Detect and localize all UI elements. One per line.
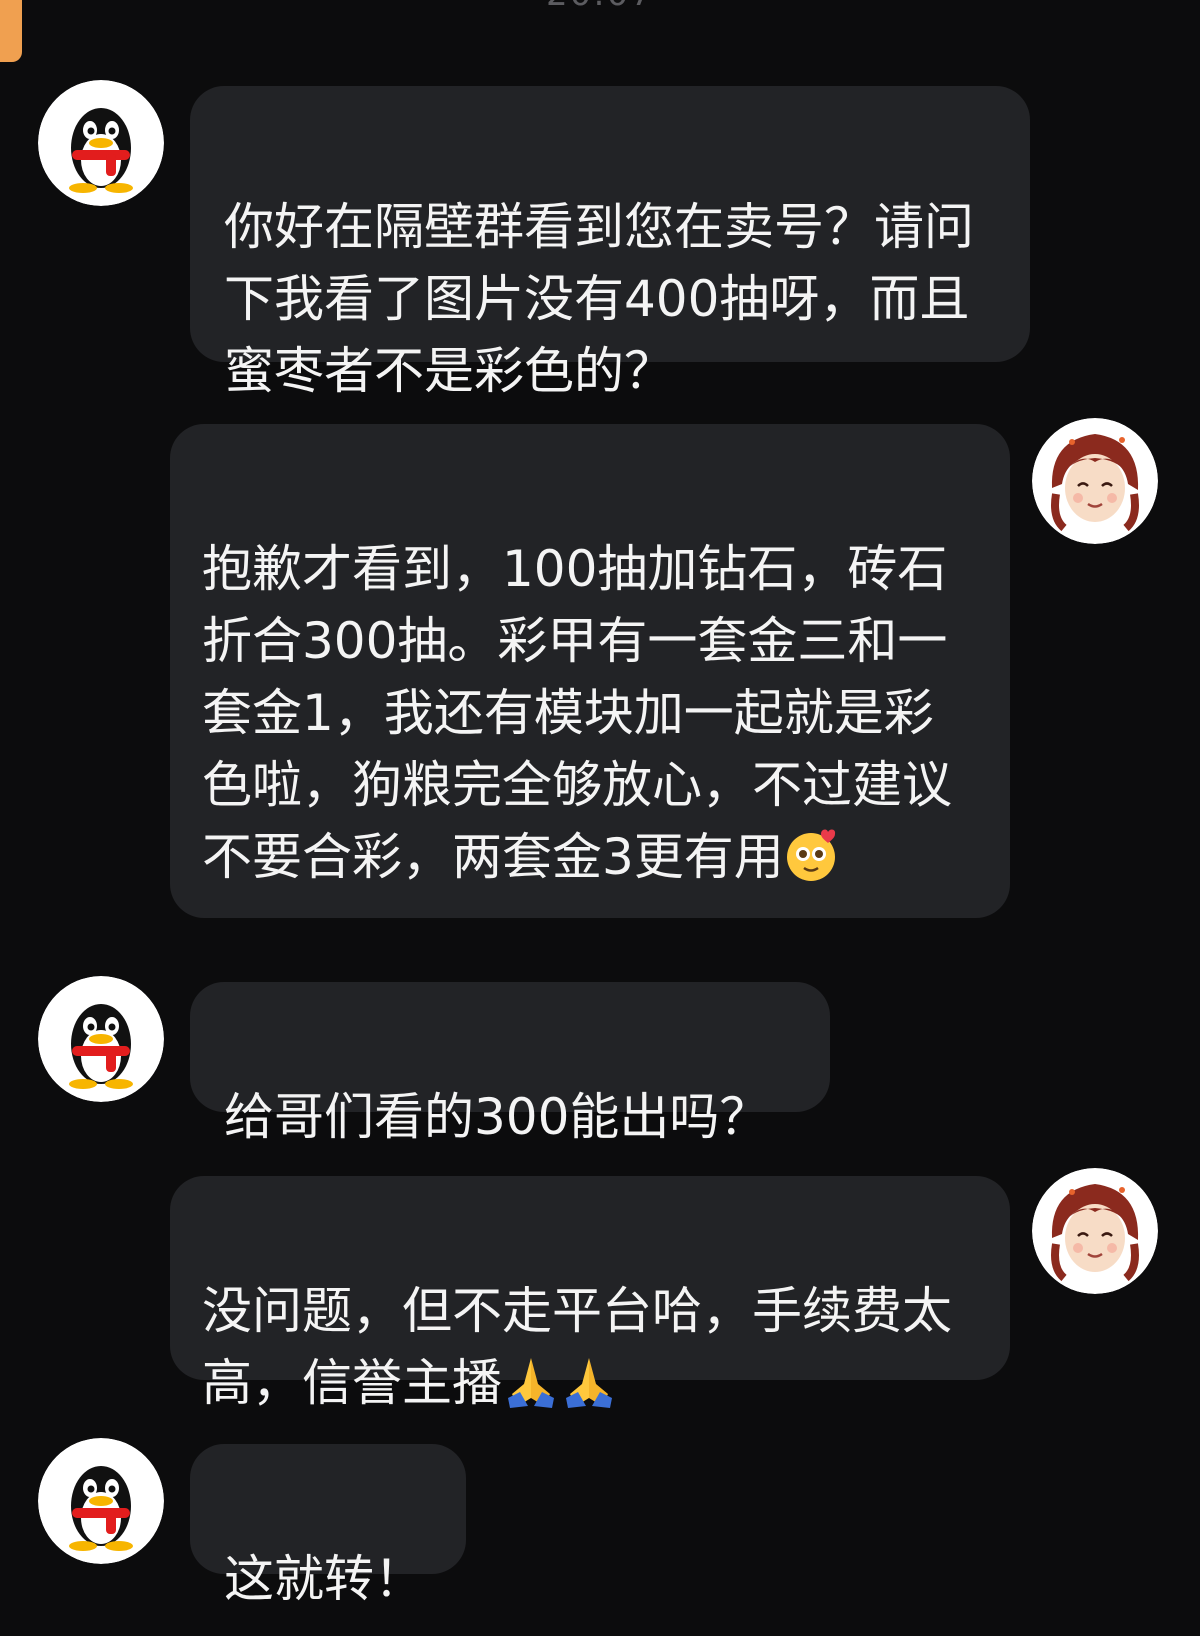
message-timestamp: 20:07 bbox=[0, 0, 1200, 14]
anime-avatar-icon[interactable] bbox=[1032, 1168, 1158, 1294]
message-bubble-seller[interactable]: 抱歉才看到，100抽加钻石，砖石折合300抽。彩甲有一套金三和一套金1，我还有模… bbox=[170, 424, 1010, 918]
message-text: 给哥们看的300能出吗？ bbox=[224, 1088, 770, 1146]
message-bubble-seller[interactable]: 没问题，但不走平台哈，手续费太高，信誉主播 bbox=[170, 1176, 1010, 1412]
penguin-avatar-icon[interactable] bbox=[38, 80, 164, 206]
message-text: 这就转！ bbox=[224, 1550, 424, 1608]
message-bubble-buyer[interactable]: 给哥们看的300能出吗？ bbox=[190, 982, 830, 1146]
message-bubble-buyer[interactable]: 这就转！ bbox=[190, 1444, 466, 1608]
anime-avatar-icon[interactable] bbox=[1032, 418, 1158, 544]
penguin-avatar-icon[interactable] bbox=[38, 976, 164, 1102]
message-bubble-buyer[interactable]: 你好在隔壁群看到您在卖号？请问下我看了图片没有400抽呀，而且蜜枣者不是彩色的？ bbox=[190, 86, 1030, 400]
smiling-face-with-heart-emoji-icon bbox=[784, 826, 842, 884]
folded-hands-emoji-icon bbox=[502, 1354, 560, 1410]
penguin-avatar-icon[interactable] bbox=[38, 1438, 164, 1564]
message-text: 你好在隔壁群看到您在卖号？请问下我看了图片没有400抽呀，而且蜜枣者不是彩色的？ bbox=[224, 198, 974, 400]
folded-hands-emoji-icon bbox=[560, 1354, 618, 1410]
